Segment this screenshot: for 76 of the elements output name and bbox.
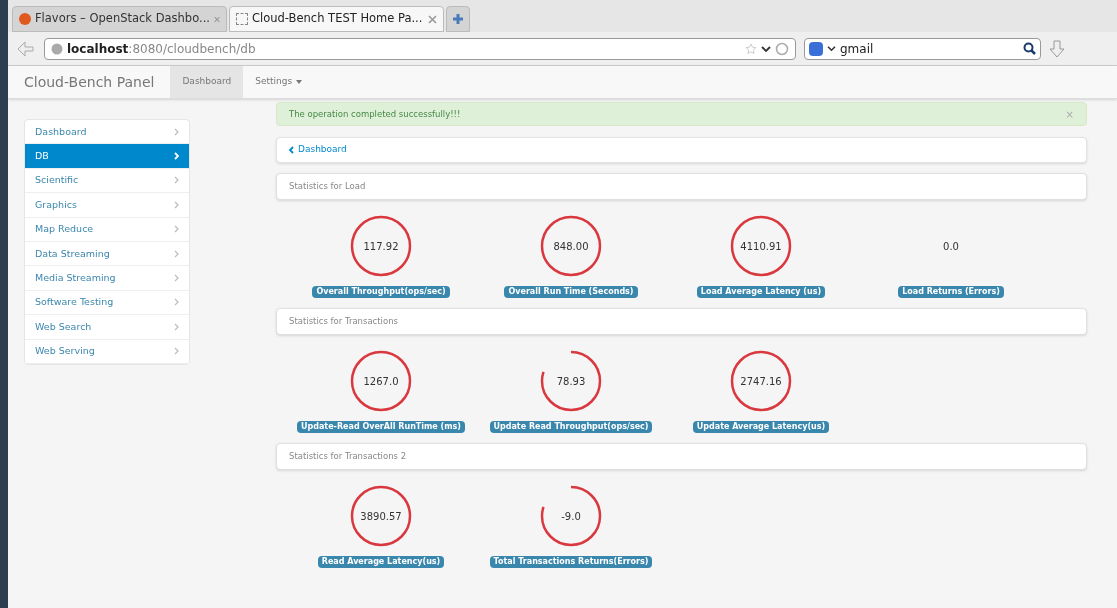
sidebar-item[interactable]: Map Reduce — [25, 217, 189, 242]
gauge-ring — [540, 485, 602, 547]
gauge-value: 117.92 — [363, 239, 399, 254]
nav-item[interactable]: Dashboard — [170, 66, 244, 98]
chevron-right-icon — [174, 176, 179, 185]
chevron-left-icon — [289, 146, 294, 154]
search-engine-icon — [809, 41, 823, 56]
gauge-ring — [730, 350, 792, 412]
sidebar-item[interactable]: Web Search — [25, 315, 189, 340]
close-icon[interactable] — [214, 14, 220, 24]
gauge-value: -9.0 — [561, 509, 581, 524]
sidebar-item[interactable]: Web Serving — [25, 339, 189, 364]
gauge-value: 78.93 — [556, 374, 586, 389]
gauge-label: Overall Run Time (Seconds) — [504, 286, 638, 298]
search-text: gmail — [840, 40, 875, 58]
gauge-ring — [350, 485, 412, 547]
sidebar-item[interactable]: Software Testing — [25, 290, 189, 316]
gauge-ring — [540, 215, 602, 277]
gauge-ring — [730, 215, 792, 277]
chevron-right-icon — [174, 200, 179, 209]
gauge-label: Update Average Latency(us) — [692, 421, 830, 433]
search-icon[interactable] — [1023, 42, 1036, 55]
download-icon[interactable] — [1049, 39, 1065, 58]
tab-title: Cloud-Bench TEST Home Pa... — [252, 10, 424, 28]
back-icon[interactable] — [16, 39, 36, 58]
alert-text: The operation completed successfully!!! — [289, 107, 461, 121]
sidebar-item[interactable]: Data Streaming — [25, 241, 189, 267]
url-text: localhost:8080/cloudbench/db — [67, 40, 256, 58]
chevron-right-icon — [174, 127, 179, 136]
plus-icon — [452, 13, 464, 25]
chevron-down-icon[interactable] — [827, 45, 836, 52]
brand-title[interactable]: Cloud-Bench Panel — [8, 66, 171, 98]
logo-icon — [19, 13, 31, 25]
gauge-label: Total Transactions Returns(Errors) — [489, 556, 653, 568]
breadcrumb-link[interactable]: Dashboard — [289, 143, 347, 157]
gauge-label: Overall Throughput(ops/sec) — [312, 286, 450, 298]
gauge-ring — [540, 350, 602, 412]
gauge-value: 1267.0 — [363, 374, 399, 389]
chevron-right-icon — [174, 274, 179, 283]
gauge-label: Update-Read OverAll RunTime (ms) — [297, 421, 465, 433]
chevron-right-icon — [174, 298, 179, 307]
browser-tab[interactable]: Cloud-Bench TEST Home Pa... — [229, 6, 444, 32]
gauge-label: Update Read Throughput(ops/sec) — [489, 421, 653, 433]
new-tab-button[interactable] — [446, 6, 470, 32]
chevron-right-icon — [174, 225, 179, 234]
chevron-right-icon — [174, 249, 179, 258]
gauge-label: Load Returns (Errors) — [898, 286, 1004, 298]
search-field[interactable]: gmail — [804, 37, 1041, 60]
gauge-label: Load Average Latency (us) — [696, 286, 826, 298]
close-icon[interactable] — [428, 14, 437, 24]
page-icon — [236, 13, 248, 25]
address-bar[interactable]: localhost:8080/cloudbench/db — [44, 37, 796, 60]
sidebar-item[interactable]: Media Streaming — [25, 266, 189, 291]
tab-title: Flavors – OpenStack Dashbo... — [35, 10, 210, 28]
section-title: Statistics for Transactions 2 — [289, 450, 407, 463]
gauge-label: Read Average Latency(us) — [317, 556, 445, 568]
gauge-value: 3890.57 — [360, 509, 402, 524]
nav-item[interactable]: Settings — [243, 66, 315, 98]
chevron-right-icon — [174, 347, 179, 356]
chevron-right-icon — [174, 322, 179, 331]
section-title: Statistics for Load — [289, 180, 366, 193]
sidebar-item[interactable]: DB — [25, 144, 189, 169]
section-title: Statistics for Transactions — [289, 315, 398, 328]
star-icon[interactable] — [745, 42, 757, 55]
gauge-value: 4110.91 — [740, 239, 782, 254]
globe-icon — [51, 42, 63, 55]
sidebar-item[interactable]: Graphics — [25, 193, 189, 218]
gauge-ring — [350, 350, 412, 412]
browser-tab[interactable]: Flavors – OpenStack Dashbo... — [12, 6, 227, 32]
chevron-right-icon — [174, 152, 179, 161]
gauge-value: 848.00 — [553, 239, 589, 254]
chevron-down-icon[interactable] — [761, 44, 771, 53]
gauge-value: 2747.16 — [740, 374, 782, 389]
gauge-value: 0.0 — [943, 239, 959, 254]
sidebar-item[interactable]: Scientific — [25, 168, 189, 194]
gauge-ring — [350, 215, 412, 277]
